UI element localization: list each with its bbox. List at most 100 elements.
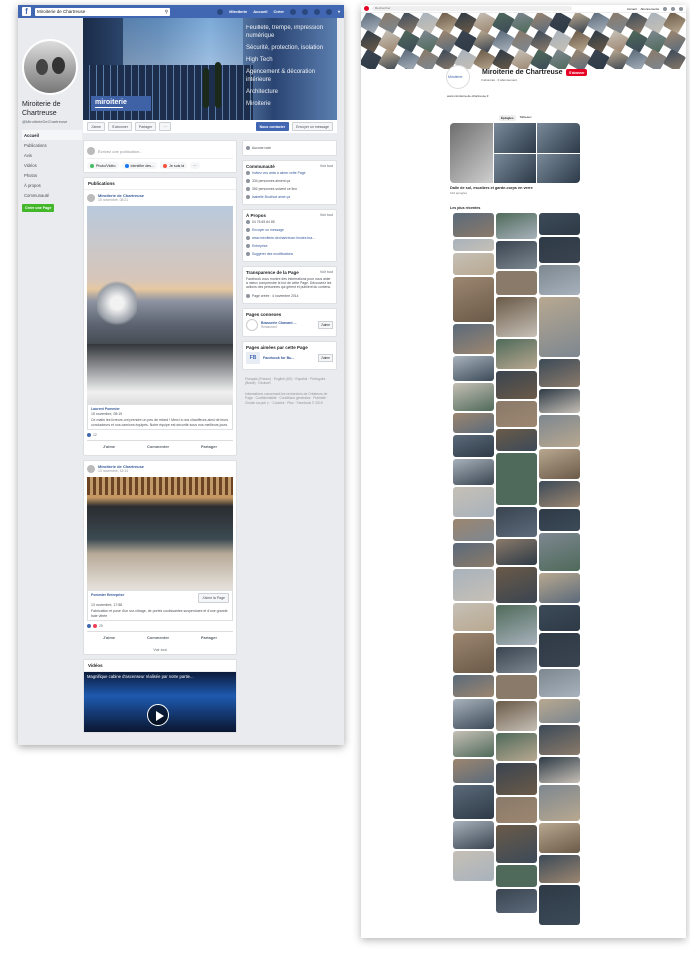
- pin-image[interactable]: [539, 669, 580, 697]
- transparency-see-all[interactable]: Voir tout: [320, 270, 333, 275]
- more-button[interactable]: ···: [159, 122, 171, 131]
- messages-icon[interactable]: [671, 6, 675, 11]
- nav-following[interactable]: Abonnements: [640, 7, 659, 11]
- pin-image[interactable]: [539, 481, 580, 507]
- composer-input[interactable]: Écrivez une publication...: [98, 149, 142, 154]
- menu-item-videos[interactable]: Vidéos: [22, 160, 82, 170]
- cover-photo[interactable]: miroiterie Feuilleté, trempé, impression…: [83, 18, 337, 120]
- pin-image[interactable]: [539, 823, 580, 853]
- friend-likes[interactable]: Isabelle Bouthod aime ça: [252, 195, 290, 199]
- profile-icon[interactable]: [679, 6, 683, 11]
- checkin-button[interactable]: Je suis là: [160, 162, 188, 169]
- pin-image[interactable]: [453, 277, 494, 322]
- pin-image[interactable]: [496, 371, 537, 399]
- post-comment-button[interactable]: Commenter: [147, 444, 169, 449]
- see-all-link[interactable]: Voir tout: [84, 646, 236, 654]
- pin-image[interactable]: [453, 239, 494, 251]
- reactions[interactable]: 12: [87, 430, 233, 440]
- like-page-button[interactable]: J'aime la Page: [198, 593, 229, 603]
- pin-image[interactable]: [453, 383, 494, 411]
- menu-item-photos[interactable]: Photos: [22, 170, 82, 180]
- pinterest-profile-logo[interactable]: Miroiterie: [446, 65, 470, 89]
- liked-page-name[interactable]: Facebook for Bu...: [263, 356, 294, 360]
- board-title[interactable]: Dalle de sol, escaliers et garde-corps e…: [450, 186, 533, 190]
- menu-item-community[interactable]: Communauté: [22, 190, 82, 200]
- pin-image[interactable]: [496, 647, 537, 673]
- pin-image[interactable]: [539, 297, 580, 357]
- pin-image[interactable]: [453, 821, 494, 849]
- notifications-icon[interactable]: [313, 8, 320, 15]
- search-input[interactable]: Miroiterie de Chartreuse ⚲: [35, 7, 170, 16]
- pin-image[interactable]: [496, 297, 537, 337]
- pin-image[interactable]: [496, 507, 537, 537]
- pin-image[interactable]: [539, 389, 580, 413]
- pin-image[interactable]: [496, 453, 537, 505]
- top-nav-create[interactable]: Créer: [274, 9, 284, 14]
- pin-image[interactable]: [453, 731, 494, 757]
- composer-more-button[interactable]: ···: [190, 162, 200, 169]
- avatar[interactable]: [87, 193, 95, 202]
- pin-image[interactable]: [453, 569, 494, 601]
- follow-button[interactable]: S'abonner: [108, 122, 132, 131]
- page-handle[interactable]: @MiroiterieDeChartreuse: [22, 119, 82, 124]
- post-comment-button[interactable]: Commenter: [147, 635, 169, 640]
- like-page-button[interactable]: J'aime: [87, 122, 106, 131]
- avatar[interactable]: [87, 464, 95, 473]
- profile-avatar-icon[interactable]: [217, 8, 224, 15]
- pinterest-follow-button[interactable]: S'abonner: [566, 69, 588, 76]
- pin-image[interactable]: [496, 539, 537, 565]
- post-like-button[interactable]: J'aime: [103, 444, 115, 449]
- website-link[interactable]: www.miroiterie-dechartreuse-hrodes.bra..…: [252, 236, 315, 240]
- pin-image[interactable]: [496, 797, 537, 823]
- community-see-all[interactable]: Voir tout: [320, 164, 333, 169]
- pin-image[interactable]: [539, 699, 580, 723]
- related-like-button[interactable]: J'aime: [317, 320, 333, 329]
- messenger-icon[interactable]: [301, 8, 308, 15]
- pin-image[interactable]: [539, 785, 580, 821]
- post-photo-mountain-view[interactable]: [87, 206, 233, 404]
- pin-image[interactable]: [496, 241, 537, 269]
- pin-image[interactable]: [453, 603, 494, 631]
- top-nav-home[interactable]: Accueil: [253, 9, 267, 14]
- create-page-button[interactable]: Créer une Page: [22, 204, 55, 212]
- pin-image[interactable]: [496, 429, 537, 451]
- pin-image[interactable]: [539, 533, 580, 571]
- facebook-business-logo[interactable]: FB: [246, 351, 260, 364]
- post-share-button[interactable]: Partager: [201, 444, 217, 449]
- post-date[interactable]: 13 novembre, 18:14: [98, 469, 144, 473]
- pin-image[interactable]: [453, 253, 494, 275]
- pin-image[interactable]: [539, 449, 580, 479]
- pin-image[interactable]: [453, 759, 494, 783]
- pin-image[interactable]: [453, 324, 494, 354]
- pin-image[interactable]: [453, 413, 494, 433]
- shared-author[interactable]: Pommier Entreprise: [91, 593, 124, 603]
- pin-image[interactable]: [496, 675, 537, 699]
- pin-image[interactable]: [539, 757, 580, 783]
- share-button[interactable]: Partager: [134, 122, 157, 131]
- play-icon[interactable]: [147, 704, 169, 726]
- help-icon[interactable]: [325, 8, 332, 15]
- pin-image[interactable]: [453, 519, 494, 541]
- profile-picture[interactable]: [22, 39, 78, 95]
- tab-boards[interactable]: Tableaux: [520, 115, 532, 121]
- pin-image[interactable]: [496, 605, 537, 645]
- pin-image[interactable]: [496, 733, 537, 761]
- pinterest-logo-icon[interactable]: [364, 6, 369, 11]
- friends-icon[interactable]: [289, 8, 296, 15]
- pin-image[interactable]: [453, 633, 494, 673]
- pin-image[interactable]: [539, 213, 580, 235]
- pin-image[interactable]: [453, 675, 494, 697]
- photo-video-button[interactable]: Photo/Vidéo: [87, 162, 119, 169]
- pin-image[interactable]: [539, 725, 580, 755]
- post-like-button[interactable]: J'aime: [103, 635, 115, 640]
- languages[interactable]: Français (France) · English (US) · Españ…: [242, 374, 337, 389]
- post-date[interactable]: 15 novembre, 08:21: [98, 198, 144, 202]
- pin-image[interactable]: [453, 213, 494, 237]
- pin-image[interactable]: [496, 865, 537, 887]
- page-name[interactable]: Miroiterie de Chartreuse: [22, 101, 82, 118]
- tag-people-button[interactable]: Identifier des...: [121, 162, 158, 169]
- menu-item-reviews[interactable]: Avis: [22, 150, 82, 160]
- menu-item-home[interactable]: Accueil: [22, 130, 82, 140]
- pin-image[interactable]: [539, 359, 580, 387]
- website-link[interactable]: www.miroiterie-de-chartreuse.fr: [447, 94, 489, 98]
